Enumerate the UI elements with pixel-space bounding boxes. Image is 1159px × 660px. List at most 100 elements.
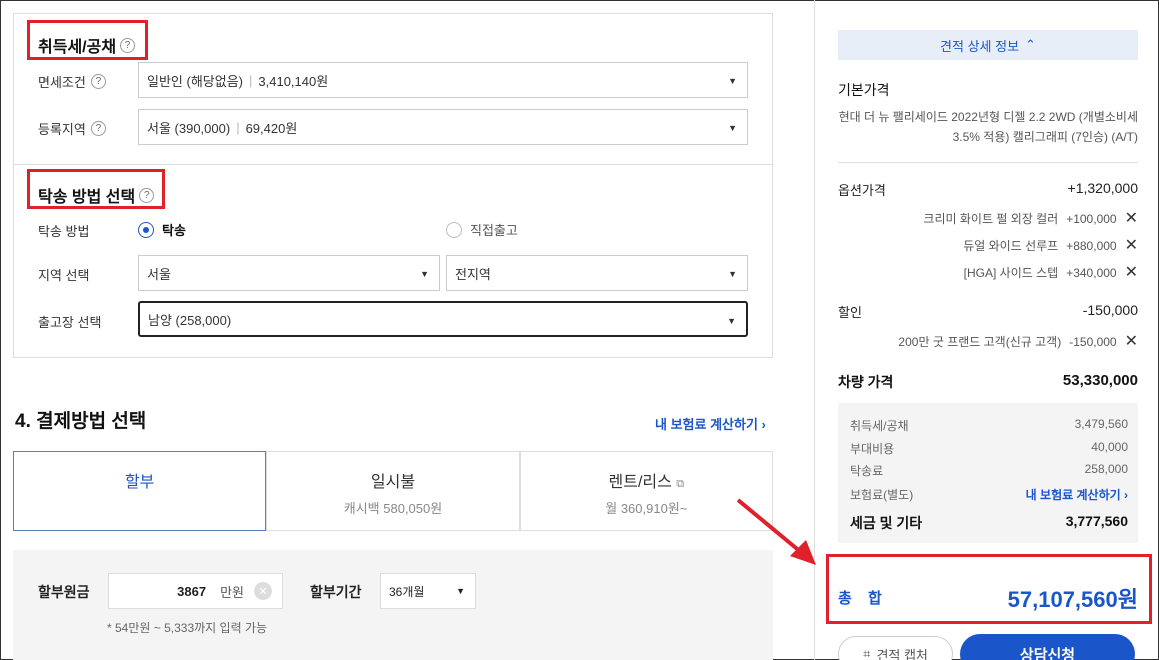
area-select[interactable]: 서울 ▼ <box>138 255 440 291</box>
region-value: 서울 (390,000) <box>147 120 231 136</box>
insurance-calc-link-text: 내 보험료 계산하기 <box>1025 488 1121 502</box>
close-icon[interactable]: ✕ <box>1125 264 1138 281</box>
capture-button-label: 견적 캡처 <box>876 647 928 660</box>
region-label-text: 등록지역 <box>38 122 86 137</box>
total-value: 57,107,560원 <box>1007 587 1138 612</box>
tab-sub: 월 360,910원~ <box>605 501 688 516</box>
tab-name: 일시불 <box>370 474 416 491</box>
base-price-label: 기본가격 <box>838 82 890 98</box>
payment-title: 4. 결제방법 선택 <box>15 411 147 432</box>
caret-down-icon: ▼ <box>728 269 737 279</box>
exemption-select[interactable]: 일반인 (해당없음) | 3,410,140원 ▼ <box>138 62 748 98</box>
crop-icon: ⌗ <box>863 646 871 660</box>
radio-direct[interactable]: 직접출고 <box>446 220 518 239</box>
principal-input[interactable]: 3867 만원 ✕ <box>108 573 283 609</box>
exemption-value: 일반인 (해당없음) <box>147 73 243 89</box>
tab-installment[interactable]: 할부 <box>13 451 267 531</box>
external-link-icon: ⧉ <box>676 478 685 490</box>
area-sub-value: 전지역 <box>455 266 491 282</box>
caret-down-icon: ▼ <box>728 123 737 133</box>
breakdown-label: 탁송료 <box>850 464 884 478</box>
breakdown-value: 40,000 <box>1091 440 1128 454</box>
capture-button[interactable]: ⌗ 견적 캡처 <box>838 636 953 660</box>
tab-rent-lease[interactable]: 렌트/리스 ⧉ 월 360,910원~ <box>519 451 773 531</box>
tab-name: 렌트/리스 <box>608 474 672 491</box>
close-icon[interactable]: ✕ <box>1125 333 1138 350</box>
divider <box>13 164 773 165</box>
discount-price: -150,000 <box>1069 334 1117 349</box>
exemption-label-text: 면세조건 <box>38 75 86 90</box>
insurance-link-text: 내 보험료 계산하기 <box>655 417 758 432</box>
breakdown-row: 보험료(별도) 내 보험료 계산하기 › <box>850 486 1128 503</box>
separator: | <box>249 72 253 88</box>
help-icon[interactable]: ? <box>90 74 106 89</box>
insurance-calc-link[interactable]: 내 보험료 계산하기 › <box>1026 486 1128 503</box>
discount-total: -150,000 <box>1082 302 1138 318</box>
total-label: 총 합 <box>838 590 888 607</box>
separator: | <box>236 119 240 135</box>
area-label: 지역 선택 <box>38 265 89 284</box>
help-icon[interactable]: ? <box>120 37 136 53</box>
close-icon[interactable]: ✕ <box>1125 210 1138 227</box>
breakdown-label: 보험료(별도) <box>850 488 914 502</box>
input-note: * 54만원 ~ 5,333까지 입력 가능 <box>107 621 268 635</box>
factory-label-text: 출고장 선택 <box>38 315 102 330</box>
radio-checked-icon <box>138 221 154 238</box>
option-price: +340,000 <box>1066 265 1117 280</box>
tax-breakdown-box: 취득세/공채 3,479,560 부대비용 40,000 탁송료 258,000… <box>838 403 1138 543</box>
method-label: 탁송 방법 <box>38 221 89 240</box>
method-label-text: 탁송 방법 <box>38 224 90 239</box>
payment-tabs: 할부 일시불 캐시백 580,050원 렌트/리스 ⧉ 월 360,910원~ <box>13 451 773 531</box>
region-select[interactable]: 서울 (390,000) | 69,420원 ▼ <box>138 109 748 145</box>
option-item: 크리미 화이트 펄 외장 컬러 +100,000 ✕ <box>923 210 1138 227</box>
tab-name: 할부 <box>124 474 155 491</box>
option-item: [HGA] 사이드 스텝 +340,000 ✕ <box>964 264 1138 281</box>
breakdown-label: 취득세/공채 <box>850 419 909 433</box>
close-icon[interactable]: ✕ <box>1125 237 1138 254</box>
option-price-label: 옵션가격 <box>838 183 886 198</box>
radio-unchecked-icon <box>446 221 462 238</box>
insurance-link[interactable]: 내 보험료 계산하기 › <box>655 414 766 433</box>
factory-value: 남양 (258,000) <box>148 312 232 328</box>
factory-label: 출고장 선택 <box>38 312 101 331</box>
clear-icon[interactable]: ✕ <box>254 582 272 600</box>
consult-button[interactable]: 상담신청 <box>960 634 1135 660</box>
tab-sub: 캐시백 580,050원 <box>343 501 443 516</box>
tab-lump-sum[interactable]: 일시불 캐시백 580,050원 <box>266 451 520 531</box>
help-icon[interactable]: ? <box>139 187 155 203</box>
option-name: [HGA] 사이드 스텝 <box>963 266 1059 280</box>
summary-divider <box>814 0 815 660</box>
discount-name: 200만 굿 프랜드 고객(신규 고객) <box>898 335 1062 349</box>
breakdown-value: 258,000 <box>1084 462 1128 476</box>
breakdown-row: 탁송료 258,000 <box>850 462 1128 479</box>
exemption-amount: 3,410,140원 <box>258 73 329 89</box>
region-amount: 69,420원 <box>245 120 298 136</box>
area-sub-select[interactable]: 전지역 ▼ <box>446 255 748 291</box>
tab-name-wrap: 렌트/리스 ⧉ <box>609 468 685 492</box>
option-price: +880,000 <box>1066 238 1117 253</box>
car-description: 현대 더 뉴 팰리세이드 2022년형 디젤 2.2 2WD (개별소비세 3.… <box>838 110 1138 144</box>
chevron-right-icon: › <box>761 417 766 432</box>
period-value: 36개월 <box>389 584 425 599</box>
radio-delivery-label: 탁송 <box>162 223 186 238</box>
region-label: 등록지역 ? <box>38 119 106 138</box>
period-select[interactable]: 36개월 ▼ <box>380 573 476 609</box>
detail-toggle[interactable]: 견적 상세 정보 ⌃ <box>838 30 1138 60</box>
factory-select[interactable]: 남양 (258,000) ▼ <box>138 301 748 337</box>
car-price-value: 53,330,000 <box>1062 372 1138 389</box>
breakdown-row: 부대비용 40,000 <box>850 440 1128 457</box>
option-name: 듀얼 와이드 선루프 <box>963 239 1059 253</box>
radio-delivery[interactable]: 탁송 <box>138 220 186 239</box>
delivery-title-text: 탁송 방법 선택 <box>38 189 136 206</box>
help-icon[interactable]: ? <box>90 121 106 136</box>
caret-down-icon: ▼ <box>728 76 737 86</box>
breakdown-total-label: 세금 및 기타 <box>850 515 923 531</box>
option-name: 크리미 화이트 펄 외장 컬러 <box>923 212 1059 226</box>
tax-section-title: 취득세/공채 ? <box>38 33 136 57</box>
area-label-text: 지역 선택 <box>38 268 90 283</box>
principal-unit: 만원 <box>220 584 244 600</box>
caret-down-icon: ▼ <box>420 269 429 279</box>
option-price: +100,000 <box>1066 211 1117 226</box>
option-price-total: +1,320,000 <box>1067 180 1138 196</box>
breakdown-label: 부대비용 <box>850 442 895 456</box>
